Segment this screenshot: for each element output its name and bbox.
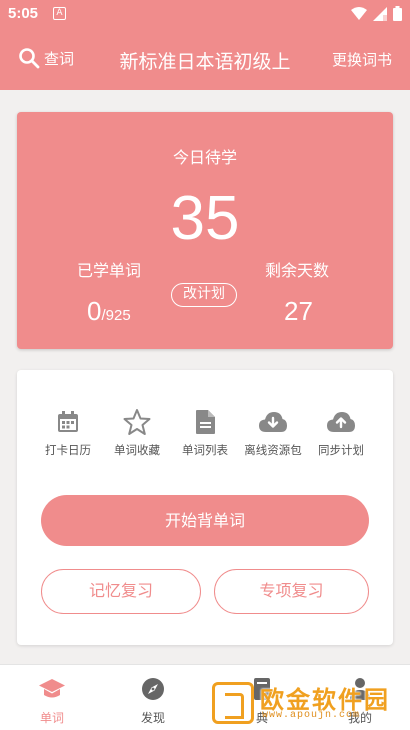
special-review-button[interactable]: 专项复习 bbox=[214, 569, 369, 614]
learned-words-count: 0/925 bbox=[87, 296, 131, 327]
learned-words-label: 已学单词 bbox=[77, 261, 142, 280]
feature-sync-plan[interactable]: 同步计划 bbox=[306, 408, 376, 458]
graduation-cap-icon bbox=[39, 679, 65, 698]
remaining-days-label: 剩余天数 bbox=[265, 261, 330, 280]
cloud-download-icon bbox=[259, 412, 287, 432]
feature-word-favorites[interactable]: 单词收藏 bbox=[102, 408, 172, 458]
remaining-days-value: 27 bbox=[284, 296, 313, 326]
app-bar: 查词 新标准日本语初级上 更换词书 bbox=[0, 28, 410, 90]
feature-word-list[interactable]: 单词列表 bbox=[170, 408, 240, 458]
search-icon bbox=[19, 48, 40, 69]
watermark-url: www.apoujn.com bbox=[262, 710, 361, 721]
learned-count-total: /925 bbox=[101, 307, 131, 324]
nav-label: 单词 bbox=[39, 711, 64, 725]
status-bar: 5:05 A bbox=[0, 0, 410, 28]
watermark: 欧金软件园 www.apoujn.com bbox=[212, 680, 404, 726]
system-icons bbox=[351, 6, 402, 21]
search-label: 查词 bbox=[44, 49, 75, 68]
cloud-upload-icon bbox=[327, 412, 355, 432]
nav-item-words[interactable]: 单词 bbox=[22, 675, 82, 726]
feature-label: 打卡日历 bbox=[45, 443, 91, 457]
feature-label: 单词收藏 bbox=[114, 443, 160, 457]
battery-icon bbox=[393, 6, 402, 21]
search-button[interactable]: 查词 bbox=[18, 47, 74, 69]
document-icon bbox=[196, 410, 215, 434]
change-plan-button[interactable]: 改计划 bbox=[171, 283, 237, 307]
feature-offline-pack[interactable]: 离线资源包 bbox=[238, 408, 308, 458]
nav-item-discover[interactable]: 发现 bbox=[123, 675, 183, 726]
star-icon bbox=[123, 409, 151, 435]
feature-label: 离线资源包 bbox=[244, 443, 302, 457]
status-time: 5:05 bbox=[8, 5, 39, 22]
today-to-learn-label: 今日待学 bbox=[172, 148, 237, 167]
nav-label: 发现 bbox=[140, 711, 165, 725]
compass-icon bbox=[142, 678, 164, 700]
today-to-learn-count: 35 bbox=[170, 184, 240, 253]
feature-label: 单词列表 bbox=[182, 443, 228, 457]
calendar-icon bbox=[58, 411, 78, 432]
change-book-button[interactable]: 更换词书 bbox=[332, 49, 392, 70]
study-stats-card: 今日待学 35 已学单词 剩余天数 改计划 0/925 27 bbox=[17, 112, 393, 349]
learned-count-value: 0 bbox=[87, 296, 102, 326]
feature-label: 同步计划 bbox=[318, 443, 364, 457]
feature-checkin-calendar[interactable]: 打卡日历 bbox=[33, 408, 103, 458]
notification-icon: A bbox=[53, 7, 66, 20]
memory-review-button[interactable]: 记忆复习 bbox=[41, 569, 201, 614]
signal-icon bbox=[373, 6, 387, 21]
watermark-logo bbox=[212, 682, 254, 724]
feature-card: 打卡日历 单词收藏 单词列表 离线资源包 同步计划 开始背单词 记忆复习 专项复… bbox=[17, 370, 393, 645]
start-learning-button[interactable]: 开始背单词 bbox=[41, 495, 369, 546]
wifi-icon bbox=[351, 6, 367, 20]
